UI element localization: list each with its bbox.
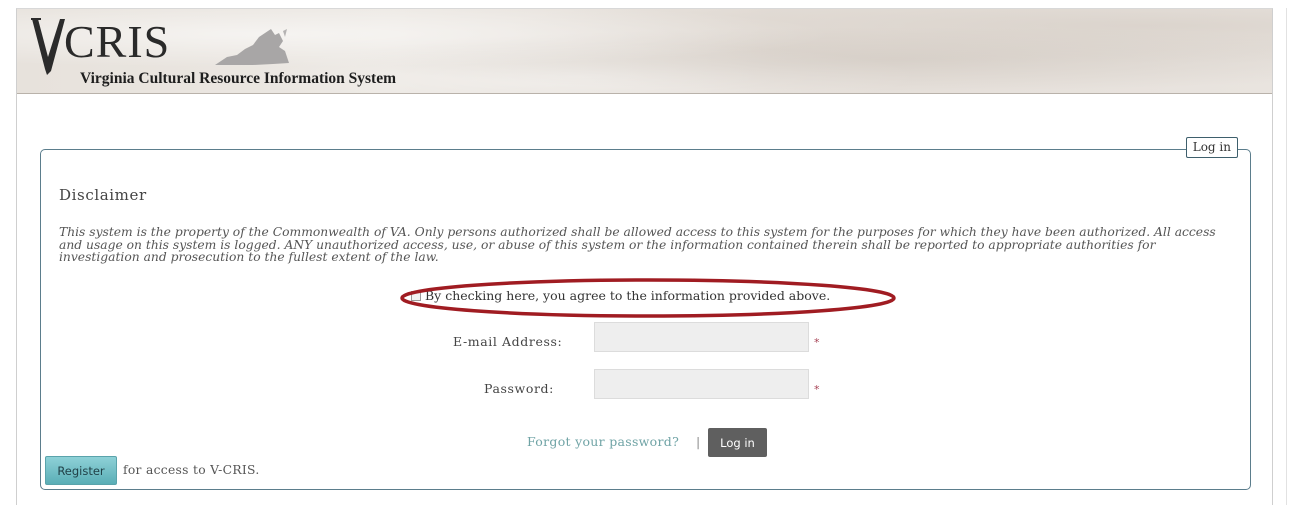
panel-legend: Log in	[1185, 137, 1238, 158]
email-label: E-mail Address:	[453, 334, 563, 349]
password-required-mark: *	[814, 383, 820, 396]
disclaimer-text: This system is the property of the Commo…	[59, 225, 1216, 264]
register-text: for access to V-CRIS.	[123, 463, 260, 477]
header-subtitle: Virginia Cultural Resource Information S…	[80, 70, 397, 87]
disclaimer-title: Disclaimer	[59, 186, 147, 204]
agree-checkbox[interactable]	[411, 290, 421, 301]
page-edge-line	[1286, 8, 1287, 505]
login-button[interactable]: Log in	[708, 428, 767, 457]
email-field[interactable]	[594, 322, 809, 352]
logo-wordmark: CRIS	[64, 16, 171, 67]
register-button[interactable]: Register	[45, 456, 117, 485]
link-separator: |	[696, 434, 701, 449]
checkmark-v-icon	[31, 18, 65, 75]
forgot-password-link[interactable]: Forgot your password?	[527, 434, 679, 449]
password-label: Password:	[484, 381, 554, 396]
agree-label[interactable]: By checking here, you agree to the infor…	[425, 288, 830, 303]
agree-row: By checking here, you agree to the infor…	[411, 288, 830, 303]
login-panel: Log in Disclaimer This system is the pro…	[40, 137, 1251, 490]
email-required-mark: *	[814, 336, 820, 349]
virginia-state-icon	[215, 29, 289, 65]
password-field[interactable]	[594, 369, 809, 399]
header-banner: CRIS Virginia Cultural Resource Informat…	[17, 9, 1272, 94]
